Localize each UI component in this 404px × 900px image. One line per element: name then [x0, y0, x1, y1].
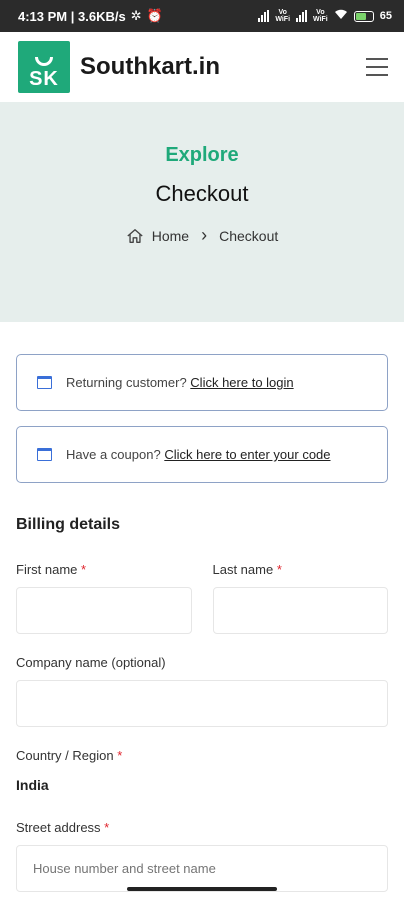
- status-bar: 4:13 PM | 3.6KB/s ✲ ⏰ Vo WiFi Vo WiFi 65: [0, 0, 404, 32]
- required-mark: *: [276, 562, 282, 577]
- brand-link[interactable]: SK Southkart.in: [18, 41, 220, 93]
- checkout-content: Returning customer? Click here to login …: [0, 322, 404, 892]
- last-name-label: Last name *: [213, 562, 389, 577]
- street-label: Street address *: [16, 820, 388, 835]
- page-hero: Explore Checkout Home › Checkout: [0, 102, 404, 322]
- volte-icon: Vo WiFi: [275, 9, 291, 23]
- coupon-prompt: Have a coupon?: [66, 447, 161, 462]
- required-mark: *: [81, 562, 87, 577]
- home-indicator[interactable]: [127, 887, 277, 891]
- hamburger-menu-icon[interactable]: [366, 58, 388, 76]
- company-field: Company name (optional): [16, 655, 388, 727]
- signal-icon: [258, 10, 270, 22]
- site-header: SK Southkart.in: [0, 32, 404, 102]
- required-mark: *: [104, 820, 110, 835]
- country-label-text: Country / Region: [16, 748, 114, 763]
- login-link[interactable]: Click here to login: [190, 375, 293, 390]
- signal-icon: [296, 10, 308, 22]
- name-row: First name * Last name *: [16, 562, 388, 634]
- street-field: Street address *: [16, 820, 388, 892]
- last-name-input[interactable]: [212, 587, 388, 634]
- street-label-text: Street address: [16, 820, 101, 835]
- wifi-icon: [334, 9, 348, 23]
- hero-subtitle: Explore: [165, 144, 239, 166]
- first-name-label-text: First name: [16, 562, 78, 577]
- country-label: Country / Region *: [16, 748, 388, 763]
- country-value: India: [16, 777, 49, 793]
- battery-icon: [353, 10, 374, 22]
- company-label: Company name (optional): [16, 655, 166, 670]
- country-field: Country / Region * India: [16, 748, 388, 793]
- last-name-label-text: Last name: [212, 562, 274, 577]
- billing-title: Billing details: [16, 516, 121, 533]
- coupon-notice: Have a coupon? Click here to enter your …: [16, 426, 388, 483]
- login-notice: Returning customer? Click here to login: [16, 354, 388, 411]
- login-notice-text: Returning customer? Click here to login: [66, 375, 294, 390]
- breadcrumb-current: Checkout: [219, 227, 279, 244]
- coupon-notice-text: Have a coupon? Click here to enter your …: [66, 447, 331, 462]
- coupon-link[interactable]: Click here to enter your code: [164, 447, 330, 462]
- first-name-label: First name *: [16, 562, 192, 577]
- alarm-icon: ⏰: [146, 8, 163, 23]
- volte-icon: Vo WiFi: [313, 9, 328, 23]
- last-name-field: Last name *: [212, 562, 389, 634]
- breadcrumb-home-link[interactable]: Home: [152, 228, 189, 244]
- breadcrumb: Home › Checkout: [126, 225, 279, 246]
- battery-level: 65: [379, 10, 392, 22]
- street-address-input[interactable]: [16, 845, 388, 892]
- first-name-field: First name *: [16, 562, 192, 634]
- logo: SK: [18, 41, 70, 93]
- logo-text: SK: [29, 68, 59, 90]
- page-title: Checkout: [155, 181, 249, 206]
- settings-icon: ✲: [130, 8, 142, 23]
- chevron-right-icon: ›: [201, 225, 208, 245]
- required-mark: *: [117, 748, 123, 763]
- brand-name: Southkart.in: [80, 53, 221, 80]
- login-prompt: Returning customer?: [66, 375, 187, 390]
- first-name-input[interactable]: [16, 587, 192, 634]
- window-icon: [37, 448, 52, 461]
- home-icon[interactable]: [126, 227, 144, 245]
- window-icon: [37, 376, 52, 389]
- company-input[interactable]: [16, 680, 388, 727]
- status-time-network: 4:13 PM | 3.6KB/s: [18, 8, 126, 24]
- shopping-bag-icon: [35, 57, 53, 66]
